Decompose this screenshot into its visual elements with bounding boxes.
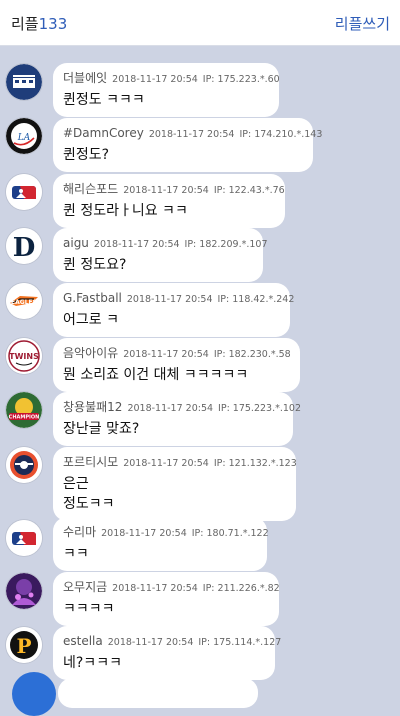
reply-date: 2018-11-17 20:54 bbox=[123, 458, 209, 469]
lotte-giants-logo-icon[interactable] bbox=[6, 447, 42, 483]
write-reply-button[interactable]: 리플쓰기 bbox=[335, 13, 390, 34]
dodgers-logo-icon[interactable]: LA bbox=[6, 118, 42, 154]
reply-date: 2018-11-17 20:54 bbox=[126, 294, 213, 305]
reply-ip: IP: 182.209.*.107 bbox=[184, 239, 268, 250]
reply-nickname[interactable]: #DamnCorey bbox=[63, 126, 144, 140]
mlb-logo-icon[interactable] bbox=[6, 174, 42, 210]
tigers-champion-logo-icon[interactable]: CHAMPION bbox=[6, 392, 42, 428]
reply-bubble: 오무지금 2018-11-17 20:54 IP: 211.226.*.82 ㅋㅋㅋ… bbox=[53, 572, 280, 626]
pirates-p-logo-icon[interactable]: P bbox=[6, 627, 42, 663]
reply-header: 리플133 리플쓰기 bbox=[0, 0, 400, 46]
reply-ip: IP: 175.114.*.127 bbox=[198, 637, 282, 648]
svg-text:TWINS: TWINS bbox=[9, 352, 39, 361]
reply-bubble: aigu 2018-11-17 20:54 IP: 182.209.*.107 퀸 … bbox=[53, 228, 268, 282]
navy-team-logo-icon[interactable] bbox=[6, 64, 42, 100]
reply-text: 어그로 ㅋ bbox=[63, 312, 119, 328]
reply-text: ㅋㅋㅋㅋ bbox=[63, 601, 115, 617]
reply-nickname[interactable]: 더블에잇 bbox=[63, 71, 107, 85]
reply-bubble: 해리슨포드 2018-11-17 20:54 IP: 122.43.*.76 퀸 정… bbox=[53, 174, 285, 228]
reply-bubble: 음악아이유 2018-11-17 20:54 IP: 182.230.*.58 뭔 … bbox=[53, 338, 300, 392]
reply-nickname[interactable]: 포르티시모 bbox=[63, 455, 118, 469]
reply-text: 퀸정도 ㅋㅋㅋ bbox=[63, 92, 145, 108]
reply-nickname[interactable]: 오무지금 bbox=[63, 580, 107, 594]
reply-nickname[interactable]: G.Fastball bbox=[63, 291, 122, 305]
reply-text: 장난글 맞죠? bbox=[63, 421, 140, 437]
svg-text:P: P bbox=[16, 634, 31, 658]
partial-avatar bbox=[12, 672, 56, 716]
reply-ip: IP: 175.223.*.60 bbox=[202, 74, 280, 85]
reply-text: 은근 정도ㅋㅋ bbox=[63, 476, 115, 512]
reply-nickname[interactable]: 수리마 bbox=[63, 525, 96, 539]
reply-text: 뭔 소리죠 이건 대체 ㅋㅋㅋㅋㅋ bbox=[63, 367, 249, 383]
reply-date: 2018-11-17 20:54 bbox=[107, 637, 194, 648]
reply-bubble: 수리마 2018-11-17 20:54 IP: 180.71.*.122 ㅋㅋ bbox=[53, 517, 269, 571]
reply-date: 2018-11-17 20:54 bbox=[112, 583, 198, 594]
eagles-logo-icon[interactable]: EAGLES bbox=[6, 283, 42, 319]
reply-count-title: 리플133 bbox=[11, 15, 68, 33]
mlb-logo-icon[interactable] bbox=[6, 520, 42, 556]
svg-text:D: D bbox=[13, 233, 36, 263]
reply-bubble: G.Fastball 2018-11-17 20:54 IP: 118.42.*.2… bbox=[53, 283, 294, 337]
reply-text: ㅋㅋ bbox=[63, 546, 89, 562]
reply-ip: IP: 175.223.*.102 bbox=[218, 403, 302, 414]
reply-text: 네?ㅋㅋㅋ bbox=[63, 655, 122, 671]
reply-text: 퀸 정도라ㅏ니요 ㅋㅋ bbox=[63, 203, 188, 219]
reply-count: 133 bbox=[38, 15, 68, 33]
reply-nickname[interactable]: 해리슨포드 bbox=[63, 182, 118, 196]
reply-date: 2018-11-17 20:54 bbox=[101, 528, 187, 539]
reply-ip: IP: 121.132.*.123 bbox=[213, 458, 297, 469]
reply-nickname[interactable]: 음악아이유 bbox=[63, 346, 118, 360]
reply-bubble: estella 2018-11-17 20:54 IP: 175.114.*.127… bbox=[53, 626, 281, 680]
reply-ip: IP: 122.43.*.76 bbox=[213, 185, 285, 196]
reply-ip: IP: 174.210.*.143 bbox=[239, 129, 323, 140]
reply-date: 2018-11-17 20:54 bbox=[127, 403, 214, 414]
reply-text: 퀸 정도요? bbox=[63, 257, 127, 273]
tigers-d-logo-icon[interactable]: D bbox=[6, 228, 42, 264]
reply-date: 2018-11-17 20:54 bbox=[148, 129, 235, 140]
reply-date: 2018-11-17 20:54 bbox=[112, 74, 198, 85]
reply-ip: IP: 211.226.*.82 bbox=[202, 583, 280, 594]
reply-bubble: 창용불패12 2018-11-17 20:54 IP: 175.223.*.102 … bbox=[53, 392, 301, 446]
purple-photo-avatar-icon[interactable] bbox=[6, 573, 42, 609]
reply-nickname[interactable]: estella bbox=[63, 634, 103, 648]
reply-bubble: 포르티시모 2018-11-17 20:54 IP: 121.132.*.123 은… bbox=[53, 447, 297, 521]
reply-date: 2018-11-17 20:54 bbox=[93, 239, 180, 250]
reply-date: 2018-11-17 20:54 bbox=[123, 185, 209, 196]
reply-ip: IP: 118.42.*.242 bbox=[217, 294, 295, 305]
reply-bubble: #DamnCorey 2018-11-17 20:54 IP: 174.210.*.… bbox=[53, 118, 322, 172]
twins-logo-icon[interactable]: TWINS bbox=[6, 338, 42, 374]
reply-ip: IP: 180.71.*.122 bbox=[191, 528, 269, 539]
reply-date: 2018-11-17 20:54 bbox=[123, 349, 209, 360]
reply-nickname[interactable]: aigu bbox=[63, 236, 89, 250]
reply-text: 퀸정도? bbox=[63, 147, 110, 163]
svg-text:CHAMPION: CHAMPION bbox=[9, 415, 40, 421]
reply-bubble: 더블에잇 2018-11-17 20:54 IP: 175.223.*.60 퀸정도… bbox=[53, 63, 280, 117]
reply-nickname[interactable]: 창용불패12 bbox=[63, 400, 122, 414]
svg-text:EAGLES: EAGLES bbox=[11, 299, 37, 306]
reply-ip: IP: 182.230.*.58 bbox=[213, 349, 291, 360]
